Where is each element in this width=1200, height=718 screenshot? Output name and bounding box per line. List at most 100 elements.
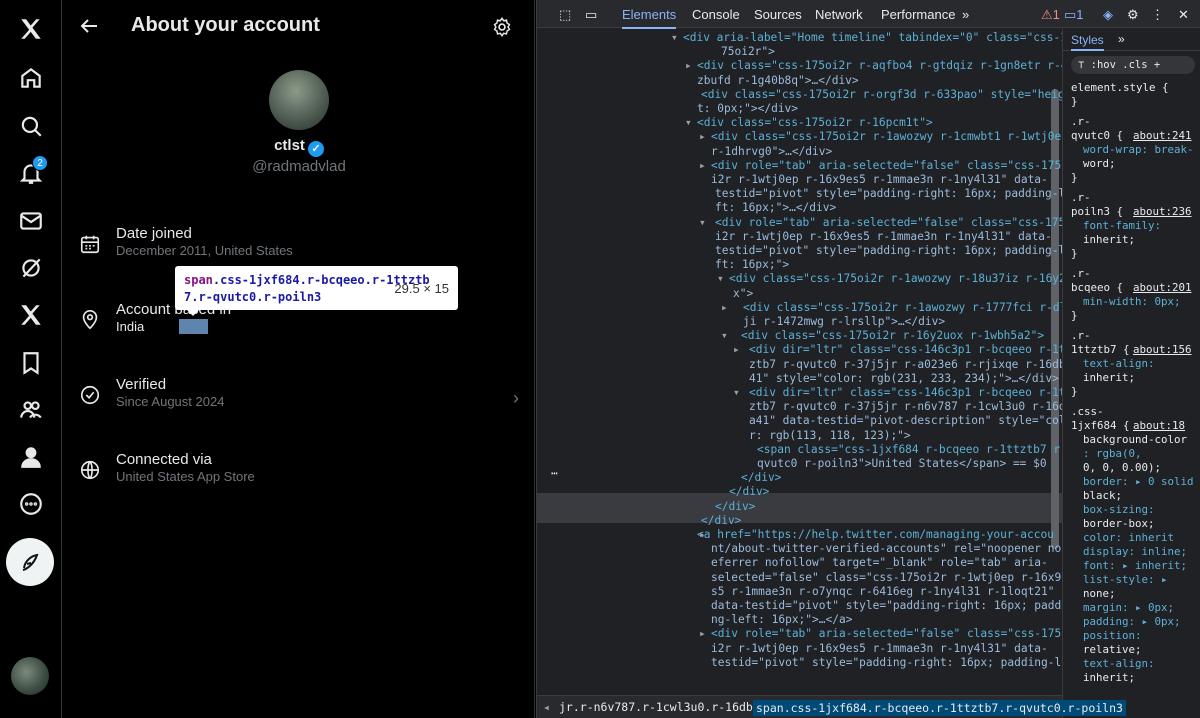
tab-elements[interactable]: Elements <box>622 7 677 29</box>
dom-node-line[interactable]: ji r-1472mwg r-lrsllp">…</div> <box>743 315 945 329</box>
style-rule-line: font-family: <box>1083 219 1162 232</box>
dom-node-line[interactable]: <a href="https://help.twitter.com/managi… <box>697 528 1054 542</box>
expand-toggle-icon[interactable]: ▸ <box>721 301 728 315</box>
dom-node-line[interactable]: x"> <box>733 287 753 301</box>
style-rule-line: poiln3 { <box>1071 205 1124 218</box>
dom-node-line[interactable]: ng-left: 16px;">…</a> <box>711 613 852 627</box>
dom-node-line[interactable]: i2r r-1wtj0ep r-16x9es5 r-1mmae3n r-1ny4… <box>715 230 1052 244</box>
dom-node-line[interactable]: </div> <box>715 500 755 514</box>
dom-node-line[interactable]: i2r r-1wtj0ep r-16x9es5 r-1mmae3n r-1ny4… <box>711 173 1048 187</box>
dom-node-line[interactable]: <div class="css-175oi2r r-1awozwy r-18u3… <box>729 272 1062 286</box>
dom-node-line[interactable]: i2r r-1wtj0ep r-16x9es5 r-1mmae3n r-1ny4… <box>711 642 1048 656</box>
dom-node-line[interactable]: data-testid="pivot" style="padding-right… <box>711 599 1062 613</box>
dom-node-line[interactable]: <div class="css-175oi2r r-1awozwy r-1cmw… <box>711 130 1062 144</box>
devtools-menu-icon[interactable]: ⋮ <box>1151 7 1164 23</box>
dom-node-line[interactable]: </div> <box>729 485 769 499</box>
dom-node-line[interactable]: r-1dhrvg0">…</div> <box>711 145 832 159</box>
dom-node-line[interactable]: <div dir="ltr" class="css-146c3p1 r-bcqe… <box>749 386 1062 400</box>
expand-toggle-icon[interactable]: ▸ <box>699 159 706 173</box>
elements-tree[interactable]: <div aria-label="Home timeline" tabindex… <box>537 29 1062 695</box>
messages-icon[interactable] <box>8 198 54 244</box>
breadcrumb-item-active[interactable]: span.css-1jxf684.r-bcqeeo.r-1ttztb7.r-qv… <box>753 700 1126 716</box>
expand-toggle-icon[interactable]: ▸ <box>699 130 706 144</box>
x-logo-icon[interactable] <box>8 6 54 52</box>
expand-toggle-icon[interactable]: ▾ <box>717 272 724 286</box>
more-tabs-button[interactable]: » <box>962 7 969 22</box>
dom-node-line[interactable]: testid="pivot" style="padding-right: 16p… <box>711 656 1062 670</box>
dom-node-line[interactable]: <div dir="ltr" class="css-146c3p1 r-bcqe… <box>749 343 1062 357</box>
tab-performance[interactable]: Performance <box>881 7 955 22</box>
dom-node-line[interactable]: <div class="css-175oi2r r-1awozwy r-1777… <box>743 301 1062 315</box>
dom-node-line[interactable]: <div class="css-175oi2r r-aqfbo4 r-gtdqi… <box>697 59 1062 73</box>
dom-node-line[interactable]: zbufd r-1g40b8q">…</div> <box>697 74 859 88</box>
expand-toggle-icon[interactable]: ▾ <box>721 329 728 343</box>
more-icon[interactable] <box>8 481 54 527</box>
devtools-close-icon[interactable]: ✕ <box>1178 7 1189 23</box>
ai-assist-icon[interactable]: ◈ <box>1103 7 1113 23</box>
dom-node-line[interactable]: <div class="css-175oi2r r-16y2uox r-1wbh… <box>741 329 1044 343</box>
expand-toggle-icon[interactable]: ▸ <box>733 343 740 357</box>
post-button[interactable] <box>6 538 54 586</box>
dom-node-line[interactable]: ft: 16px;">…</div> <box>715 201 836 215</box>
bookmarks-icon[interactable] <box>8 340 54 386</box>
dom-node-line[interactable]: a41" data-testid="pivot-description" sty… <box>749 414 1062 428</box>
dom-node-line[interactable]: </div> <box>701 514 741 528</box>
styles-filter[interactable]: ⊤ :hov .cls + <box>1071 56 1195 74</box>
account-avatar[interactable] <box>11 657 49 695</box>
communities-icon[interactable] <box>8 387 54 433</box>
notifications-icon[interactable]: 2 <box>8 150 54 196</box>
dom-node-line[interactable]: 41" style="color: rgb(231, 233, 234);">…… <box>749 372 1059 386</box>
message-count[interactable]: ▭1 <box>1064 7 1084 23</box>
expand-toggle-icon[interactable]: ▸ <box>685 59 692 73</box>
breadcrumb-item[interactable]: jr.r-n6v787.r-1cwl3u0.r-16dba41 <box>559 700 774 714</box>
dom-node-line[interactable]: <div role="tab" aria-selected="false" cl… <box>711 159 1062 173</box>
tab-sources[interactable]: Sources <box>754 7 802 22</box>
dom-node-line[interactable]: ztb7 r-qvutc0 r-37j5jr r-n6v787 r-1cwl3u… <box>749 400 1062 414</box>
device-toolbar-icon[interactable]: ▭ <box>585 7 597 23</box>
dom-node-line[interactable]: <span class="css-1jxf684 r-bcqeeo r-1ttz… <box>757 443 1062 457</box>
tab-console[interactable]: Console <box>692 7 740 22</box>
premium-x-icon[interactable] <box>8 292 54 338</box>
verified-row[interactable]: Verified Since August 2024 › <box>79 376 519 426</box>
location-pin-icon <box>79 309 101 331</box>
dom-node-line[interactable]: eferrer nofollow" target="_blank" role="… <box>711 556 1048 570</box>
dom-node-line[interactable]: 75oi2r"> <box>721 45 775 59</box>
search-icon[interactable] <box>8 103 54 149</box>
dom-node-line[interactable]: <div class="css-175oi2r r-orgf3d r-633pa… <box>701 88 1062 102</box>
dom-node-line[interactable]: testid="pivot" style="padding-right: 16p… <box>715 244 1062 258</box>
dom-node-line[interactable]: </div> <box>741 471 781 485</box>
expand-toggle-icon[interactable]: ▾ <box>699 216 706 230</box>
dom-node-line[interactable]: qvutc0 r-poiln3">United States</span> ==… <box>757 457 1047 471</box>
expand-toggle-icon[interactable]: ▾ <box>733 386 740 400</box>
dom-node-line[interactable]: <div role="tab" aria-selected="false" cl… <box>715 216 1062 230</box>
home-icon[interactable] <box>8 55 54 101</box>
dom-node-line[interactable]: s5 r-1mmae3n r-o7ynqc r-6416eg r-1ny4l31… <box>711 585 1055 599</box>
gear-icon[interactable] <box>491 16 513 38</box>
node-actions-icon[interactable]: ⋯ <box>551 467 558 481</box>
dom-node-line[interactable]: ztb7 r-qvutc0 r-37j5jr r-a023e6 r-rjixqe… <box>749 358 1062 372</box>
warning-count[interactable]: ⚠1 <box>1041 7 1060 23</box>
tab-network[interactable]: Network <box>815 7 863 22</box>
dom-node-line[interactable]: nt/about-twitter-verified-accounts" rel=… <box>711 542 1062 556</box>
tab-styles[interactable]: Styles <box>1071 33 1104 51</box>
grok-icon[interactable] <box>8 245 54 291</box>
expand-toggle-icon[interactable]: ▸ <box>699 528 706 542</box>
profile-icon[interactable] <box>8 434 54 480</box>
dom-node-line[interactable]: r: rgb(113, 118, 123);"> <box>749 429 911 443</box>
dom-node-line[interactable]: testid="pivot" style="padding-right: 16p… <box>715 187 1062 201</box>
inspect-element-icon[interactable]: ⬚ <box>559 7 571 23</box>
expand-toggle-icon[interactable]: ▸ <box>699 627 706 641</box>
dom-node-line[interactable]: <div role="tab" aria-selected="false" cl… <box>711 627 1062 641</box>
style-rule-line: } <box>1071 95 1078 108</box>
dom-node-line[interactable]: selected="false" class="css-175oi2r r-1w… <box>711 571 1062 585</box>
back-arrow-icon[interactable] <box>77 14 101 38</box>
dom-node-line[interactable]: <div aria-label="Home timeline" tabindex… <box>683 31 1062 45</box>
expand-toggle-icon[interactable]: ▾ <box>671 31 678 45</box>
more-panes-button[interactable]: » <box>1118 32 1125 46</box>
dom-node-line[interactable]: t: 0px;"></div> <box>697 102 798 116</box>
dom-node-line[interactable]: <div class="css-175oi2r r-16pcm1t"> <box>697 116 933 130</box>
breadcrumb-scroll-left[interactable]: ◂ <box>543 700 550 714</box>
dom-node-line[interactable]: ft: 16px;"> <box>715 258 789 272</box>
expand-toggle-icon[interactable]: ▾ <box>685 116 692 130</box>
devtools-settings-icon[interactable]: ⚙ <box>1127 7 1139 23</box>
